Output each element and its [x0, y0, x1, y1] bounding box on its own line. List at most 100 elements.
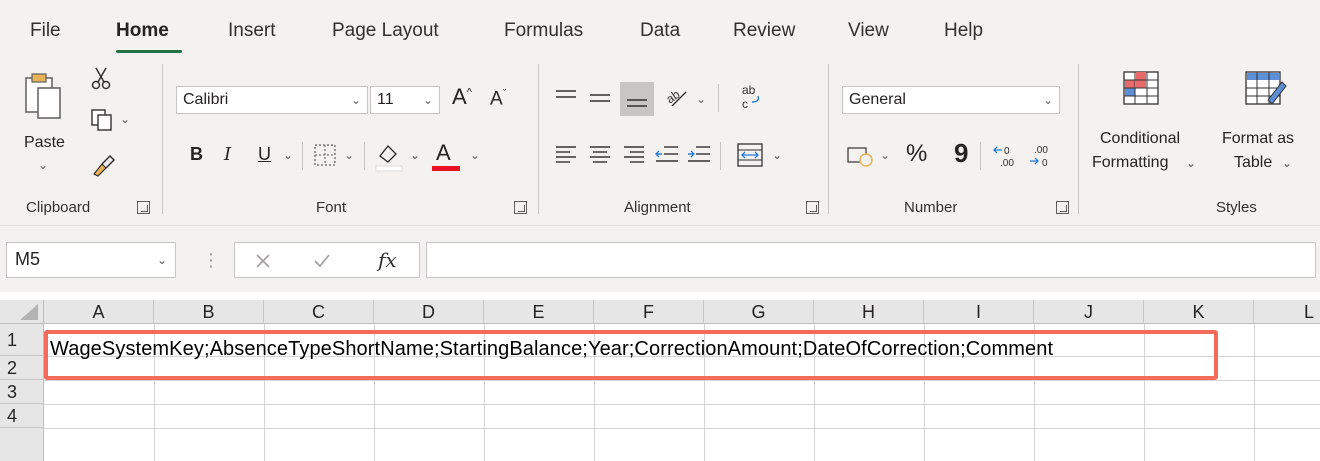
row-header-5[interactable]: [0, 428, 44, 461]
group-separator: [980, 142, 981, 170]
enter-icon[interactable]: [312, 252, 332, 270]
row-header-4[interactable]: 4: [0, 404, 44, 428]
column-header-b[interactable]: B: [154, 300, 264, 324]
accounting-format-icon[interactable]: [846, 144, 874, 168]
comma-style-button[interactable]: 9: [954, 138, 968, 169]
percent-style-button[interactable]: %: [906, 140, 927, 168]
font-size-value: 11: [377, 91, 394, 108]
font-launcher-icon[interactable]: [514, 201, 527, 214]
chevron-down-icon: ⌄: [422, 93, 433, 107]
number-format-dropdown[interactable]: General ⌄: [842, 86, 1060, 114]
copy-icon[interactable]: [90, 108, 114, 132]
format-as-table-icon[interactable]: [1244, 70, 1288, 110]
tab-formulas[interactable]: Formulas: [504, 20, 583, 42]
column-header-k[interactable]: K: [1144, 300, 1254, 324]
increase-font-size-icon[interactable]: A^: [452, 84, 472, 110]
conditional-formatting-label-2[interactable]: Formatting: [1092, 154, 1168, 172]
decrease-decimal-icon[interactable]: .00 0: [1028, 142, 1056, 168]
tab-home[interactable]: Home: [116, 20, 169, 42]
resize-handle-icon[interactable]: ⋮: [202, 250, 220, 271]
decrease-font-size-icon[interactable]: Aˇ: [490, 88, 506, 110]
underline-dropdown-icon[interactable]: ⌄: [283, 148, 293, 162]
formula-bar: M5 ⌄ ⋮ fx: [0, 226, 1320, 292]
font-name-dropdown[interactable]: Calibri ⌄: [176, 86, 368, 114]
format-painter-icon[interactable]: [90, 152, 116, 178]
underline-button[interactable]: U: [258, 144, 271, 165]
tab-help[interactable]: Help: [944, 20, 983, 42]
alignment-group-label: Alignment: [624, 199, 691, 216]
font-name-value: Calibri: [183, 91, 229, 108]
tab-file[interactable]: File: [30, 20, 61, 42]
column-header-c[interactable]: C: [264, 300, 374, 324]
orientation-icon[interactable]: ab: [664, 82, 690, 110]
format-as-table-label[interactable]: Format as: [1222, 130, 1294, 148]
tab-view[interactable]: View: [848, 20, 889, 42]
copy-dropdown-icon[interactable]: ⌄: [120, 112, 130, 126]
italic-button[interactable]: I: [224, 144, 231, 165]
conditional-formatting-dropdown-icon[interactable]: ⌄: [1186, 156, 1196, 170]
fill-color-dropdown-icon[interactable]: ⌄: [410, 148, 420, 162]
conditional-formatting-icon[interactable]: [1122, 70, 1162, 110]
cut-icon[interactable]: [90, 66, 112, 90]
gridline: [1254, 324, 1255, 461]
paste-label[interactable]: Paste: [24, 134, 65, 152]
svg-text:0: 0: [1042, 158, 1048, 168]
group-separator: [828, 64, 829, 214]
align-center-icon[interactable]: [588, 142, 612, 166]
format-as-table-label-2[interactable]: Table: [1234, 154, 1272, 172]
group-separator: [1078, 64, 1079, 214]
row-header-2[interactable]: 2: [0, 356, 44, 380]
tab-insert[interactable]: Insert: [228, 20, 276, 42]
decrease-indent-icon[interactable]: [654, 142, 680, 166]
column-header-e[interactable]: E: [484, 300, 594, 324]
column-header-l[interactable]: L: [1254, 300, 1320, 324]
orientation-dropdown-icon[interactable]: ⌄: [696, 92, 706, 106]
conditional-formatting-label[interactable]: Conditional: [1100, 130, 1180, 148]
format-as-table-dropdown-icon[interactable]: ⌄: [1282, 156, 1292, 170]
middle-align-icon[interactable]: [588, 86, 612, 110]
merge-center-icon[interactable]: [736, 142, 764, 168]
svg-text:0: 0: [1004, 146, 1010, 157]
row-header-1[interactable]: 1: [0, 324, 44, 356]
column-header-j[interactable]: J: [1034, 300, 1144, 324]
increase-decimal-icon[interactable]: 0 .00: [992, 142, 1020, 168]
bold-button[interactable]: B: [190, 144, 203, 165]
align-right-icon[interactable]: [622, 142, 646, 166]
paste-icon[interactable]: [24, 72, 64, 120]
accounting-dropdown-icon[interactable]: ⌄: [880, 148, 890, 162]
align-left-icon[interactable]: [554, 142, 578, 166]
column-header-i[interactable]: I: [924, 300, 1034, 324]
svg-text:c: c: [742, 97, 748, 111]
font-size-dropdown[interactable]: 11 ⌄: [370, 86, 440, 114]
fill-color-icon[interactable]: [374, 140, 404, 172]
name-box[interactable]: M5 ⌄: [6, 242, 176, 278]
column-header-f[interactable]: F: [594, 300, 704, 324]
font-group-label: Font: [316, 199, 347, 216]
gridline: [44, 404, 1320, 405]
top-align-icon[interactable]: [554, 86, 578, 110]
borders-dropdown-icon[interactable]: ⌄: [344, 148, 354, 162]
formula-input[interactable]: [426, 242, 1316, 278]
column-header-h[interactable]: H: [814, 300, 924, 324]
name-box-value: M5: [15, 249, 41, 269]
paste-dropdown-icon[interactable]: ⌄: [38, 158, 48, 172]
column-header-g[interactable]: G: [704, 300, 814, 324]
font-color-dropdown-icon[interactable]: ⌄: [470, 148, 480, 162]
column-header-d[interactable]: D: [374, 300, 484, 324]
alignment-launcher-icon[interactable]: [806, 201, 819, 214]
clipboard-launcher-icon[interactable]: [137, 201, 150, 214]
column-header-a[interactable]: A: [44, 300, 154, 324]
row-header-3[interactable]: 3: [0, 380, 44, 404]
borders-icon[interactable]: [312, 142, 338, 168]
number-launcher-icon[interactable]: [1056, 201, 1069, 214]
merge-center-dropdown-icon[interactable]: ⌄: [772, 148, 782, 162]
cancel-icon[interactable]: [254, 252, 272, 270]
tab-page-layout[interactable]: Page Layout: [332, 20, 439, 42]
wrap-text-icon[interactable]: ab c: [740, 82, 766, 112]
number-format-value: General: [849, 91, 906, 108]
insert-function-icon[interactable]: fx: [378, 248, 397, 272]
tab-data[interactable]: Data: [640, 20, 680, 42]
increase-indent-icon[interactable]: [686, 142, 712, 166]
font-color-icon[interactable]: A: [436, 140, 451, 166]
tab-review[interactable]: Review: [733, 20, 795, 42]
